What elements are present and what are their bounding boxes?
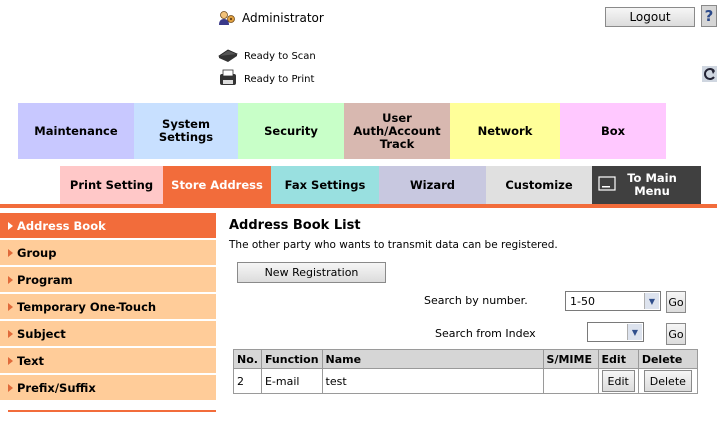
column-header-name: Name <box>321 349 544 369</box>
tab-wizard[interactable]: Wizard <box>379 166 486 204</box>
tab-print-setting-label: Print Setting <box>69 177 154 192</box>
arrow-right-icon <box>8 275 13 284</box>
arrow-right-icon <box>8 356 13 365</box>
page-description: The other party who wants to transmit da… <box>229 239 558 251</box>
column-header-no: No. <box>233 349 262 369</box>
tab-customize[interactable]: Customize <box>486 166 592 204</box>
refresh-icon[interactable] <box>702 66 717 82</box>
tab-maintenance-label: Maintenance <box>34 123 118 138</box>
table-header-row: No. Function Name S/MIME Edit Delete <box>233 349 698 369</box>
chevron-down-icon: ▼ <box>627 324 642 340</box>
sidebar-divider <box>8 410 216 412</box>
tab-print-setting[interactable]: Print Setting <box>60 166 163 204</box>
logout-button[interactable]: Logout <box>605 7 695 27</box>
sidebar-item-text[interactable]: Text <box>0 348 216 373</box>
sidebar-item-label: Group <box>17 245 57 260</box>
sidebar-item-address-book[interactable]: Address Book <box>0 213 216 238</box>
address-book-table: No. Function Name S/MIME Edit Delete 2 E… <box>233 349 698 394</box>
tab-user-auth[interactable]: User Auth/Account Track <box>344 103 450 159</box>
cell-no: 2 <box>233 368 262 394</box>
sidebar-item-label: Address Book <box>17 218 106 233</box>
tab-to-main-menu-label: To Main Menu <box>627 171 677 198</box>
sidebar-item-prefix-suffix[interactable]: Prefix/Suffix <box>0 375 216 400</box>
tab-customize-label: Customize <box>505 177 573 192</box>
sidebar-item-temporary-one-touch[interactable]: Temporary One-Touch <box>0 294 216 319</box>
column-header-function: Function <box>260 349 323 369</box>
arrow-right-icon <box>8 221 13 230</box>
tab-box[interactable]: Box <box>560 103 666 159</box>
search-from-index-label: Search from Index <box>435 327 536 340</box>
arrow-right-icon <box>8 248 13 257</box>
tab-maintenance[interactable]: Maintenance <box>18 103 134 159</box>
tab-system-settings[interactable]: System Settings <box>134 103 238 159</box>
print-status: Ready to Print <box>218 69 315 90</box>
page-title: Address Book List <box>229 218 361 233</box>
scan-status-label: Ready to Scan <box>244 50 316 62</box>
help-icon: ? <box>704 7 714 25</box>
new-registration-button[interactable]: New Registration <box>237 262 386 283</box>
sidebar-item-label: Program <box>17 272 73 287</box>
tab-wizard-label: Wizard <box>410 177 455 192</box>
arrow-right-icon <box>8 302 13 311</box>
sidebar-item-group[interactable]: Group <box>0 240 216 265</box>
scan-status: Ready to Scan <box>218 47 316 65</box>
cell-delete: Delete <box>637 368 698 394</box>
cell-smime <box>542 368 599 394</box>
administrator-icon <box>218 10 236 26</box>
tab-fax-settings[interactable]: Fax Settings <box>271 166 379 204</box>
table-row: 2 E-mail test Edit Delete <box>233 368 698 394</box>
tab-user-auth-label: User Auth/Account Track <box>353 110 441 151</box>
tab-security-label: Security <box>264 123 318 138</box>
search-by-number-value: 1-50 <box>570 294 595 308</box>
tab-fax-settings-label: Fax Settings <box>284 177 366 192</box>
go-button-index[interactable]: Go <box>666 323 686 345</box>
tab-security[interactable]: Security <box>238 103 344 159</box>
tab-system-settings-label: System Settings <box>158 117 214 144</box>
go-button-number[interactable]: Go <box>666 291 686 313</box>
tab-divider <box>0 204 717 208</box>
tab-box-label: Box <box>600 123 626 138</box>
help-button[interactable]: ? <box>701 5 717 27</box>
edit-button[interactable]: Edit <box>601 370 635 392</box>
administrator-label: Administrator <box>242 11 324 25</box>
tab-network[interactable]: Network <box>450 103 560 159</box>
sidebar-item-program[interactable]: Program <box>0 267 216 292</box>
tab-network-label: Network <box>477 123 533 138</box>
delete-button[interactable]: Delete <box>643 370 692 392</box>
print-status-label: Ready to Print <box>244 73 315 85</box>
sidebar-item-label: Text <box>17 353 45 368</box>
search-by-number-label: Search by number. <box>424 294 528 307</box>
cell-edit: Edit <box>597 368 639 394</box>
tab-to-main-menu[interactable]: To Main Menu <box>592 166 701 204</box>
search-from-index-select[interactable]: ▼ <box>587 322 644 342</box>
column-header-edit: Edit <box>597 349 639 369</box>
sidebar-item-subject[interactable]: Subject <box>0 321 216 346</box>
chevron-down-icon: ▼ <box>644 293 659 309</box>
tab-store-address-label: Store Address <box>171 177 263 192</box>
sidebar-item-label: Prefix/Suffix <box>17 380 96 395</box>
arrow-right-icon <box>8 383 13 392</box>
tab-store-address[interactable]: Store Address <box>163 166 271 204</box>
column-header-delete: Delete <box>637 349 698 369</box>
sidebar-item-label: Temporary One-Touch <box>17 299 157 314</box>
cell-function: E-mail <box>260 368 323 394</box>
search-by-number-select[interactable]: 1-50 ▼ <box>565 291 661 311</box>
cell-name: test <box>321 368 544 394</box>
scanner-icon <box>218 48 238 65</box>
printer-icon <box>218 69 238 90</box>
column-header-smime: S/MIME <box>542 349 599 369</box>
admin-info: Administrator <box>218 8 324 28</box>
sidebar-item-label: Subject <box>17 326 66 341</box>
arrow-right-icon <box>8 329 13 338</box>
main-menu-icon <box>598 176 616 194</box>
